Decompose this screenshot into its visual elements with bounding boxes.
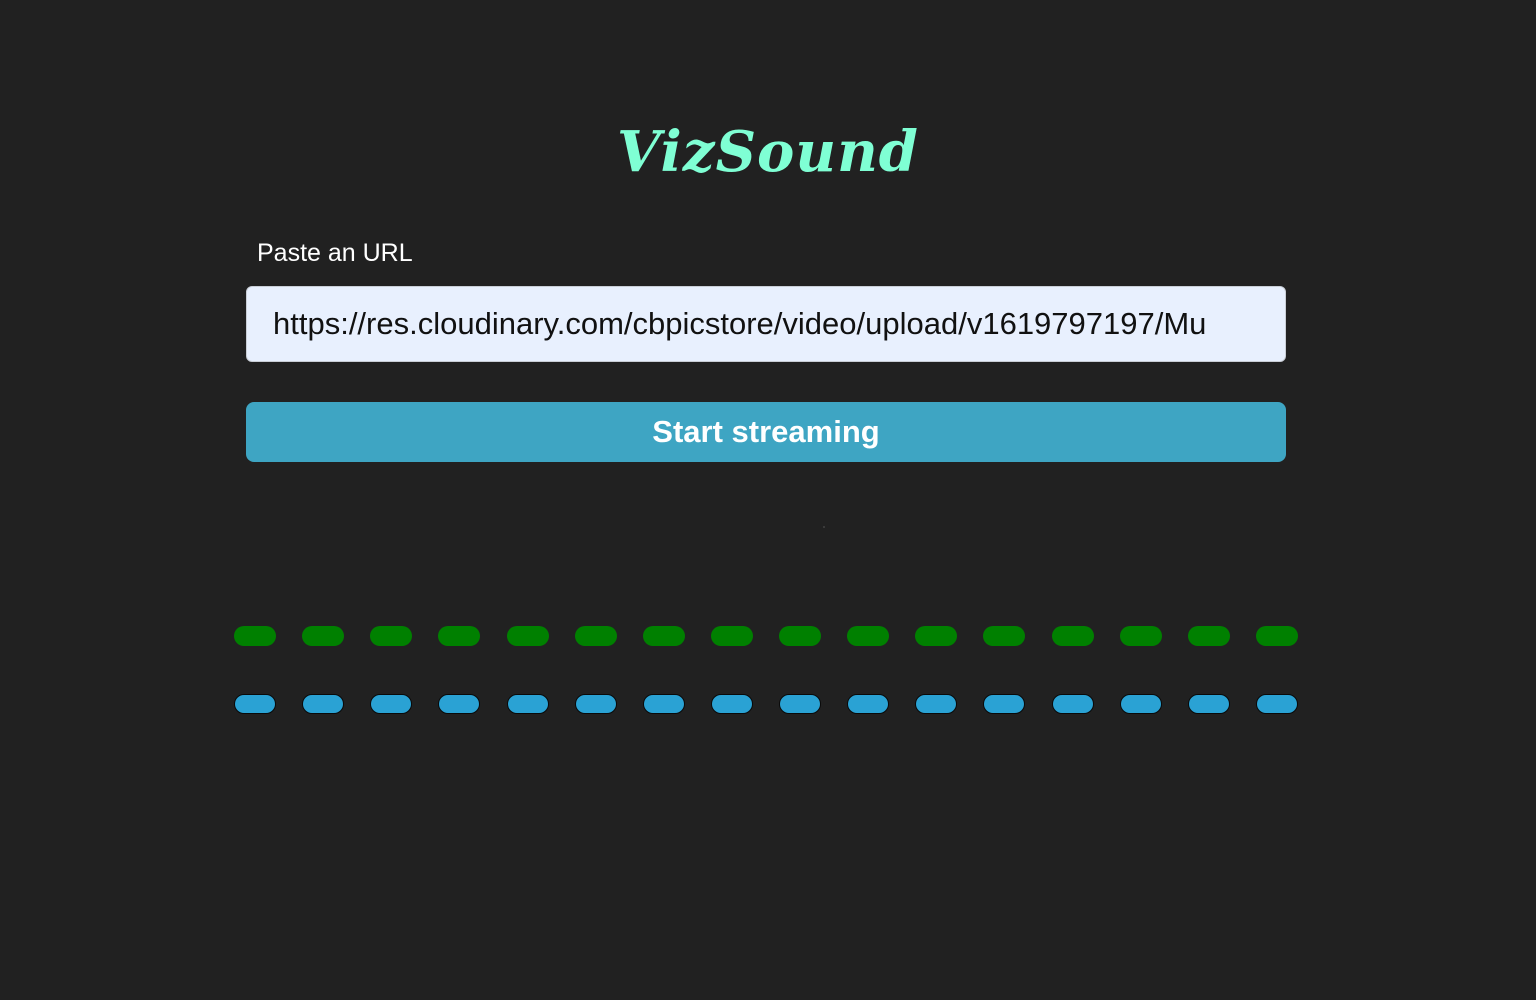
visualizer-bar xyxy=(1120,626,1162,646)
visualizer-bar xyxy=(507,694,549,714)
url-input[interactable] xyxy=(246,286,1286,362)
visualizer-bar xyxy=(302,626,344,646)
visualizer-bar xyxy=(915,694,957,714)
visualizer-bar xyxy=(711,694,753,714)
visualizer-bar xyxy=(234,626,276,646)
visualizer-bar xyxy=(1052,626,1094,646)
visualizer-bar xyxy=(438,694,480,714)
visualizer-bar xyxy=(438,626,480,646)
url-label: Paste an URL xyxy=(257,239,413,267)
visualizer-bar xyxy=(847,626,889,646)
visualizer-bar xyxy=(302,694,344,714)
visualizer-bar xyxy=(1256,694,1298,714)
visualizer-bar xyxy=(1188,694,1230,714)
app-title: VizSound xyxy=(617,119,919,185)
visualizer-bar xyxy=(779,694,821,714)
visualizer-bar xyxy=(234,694,276,714)
visualizer-bar xyxy=(1052,694,1094,714)
visualizer-canvas xyxy=(823,526,825,528)
visualizer-bar xyxy=(370,626,412,646)
visualizer-bar xyxy=(370,694,412,714)
visualizer-bar xyxy=(507,626,549,646)
start-streaming-button[interactable]: Start streaming xyxy=(246,402,1286,462)
visualizer-row-blue xyxy=(234,694,1298,714)
visualizer-bar xyxy=(915,626,957,646)
visualizer-bar xyxy=(847,694,889,714)
visualizer-bar xyxy=(1256,626,1298,646)
visualizer-bar xyxy=(575,626,617,646)
visualizer-bar xyxy=(711,626,753,646)
visualizer-bar xyxy=(779,626,821,646)
visualizer-bar xyxy=(643,626,685,646)
visualizer-bar xyxy=(983,694,1025,714)
visualizer-bar xyxy=(575,694,617,714)
visualizer-bar xyxy=(643,694,685,714)
visualizer-bar xyxy=(1120,694,1162,714)
visualizer-row-green xyxy=(234,626,1298,646)
visualizer-bar xyxy=(983,626,1025,646)
visualizer-bar xyxy=(1188,626,1230,646)
